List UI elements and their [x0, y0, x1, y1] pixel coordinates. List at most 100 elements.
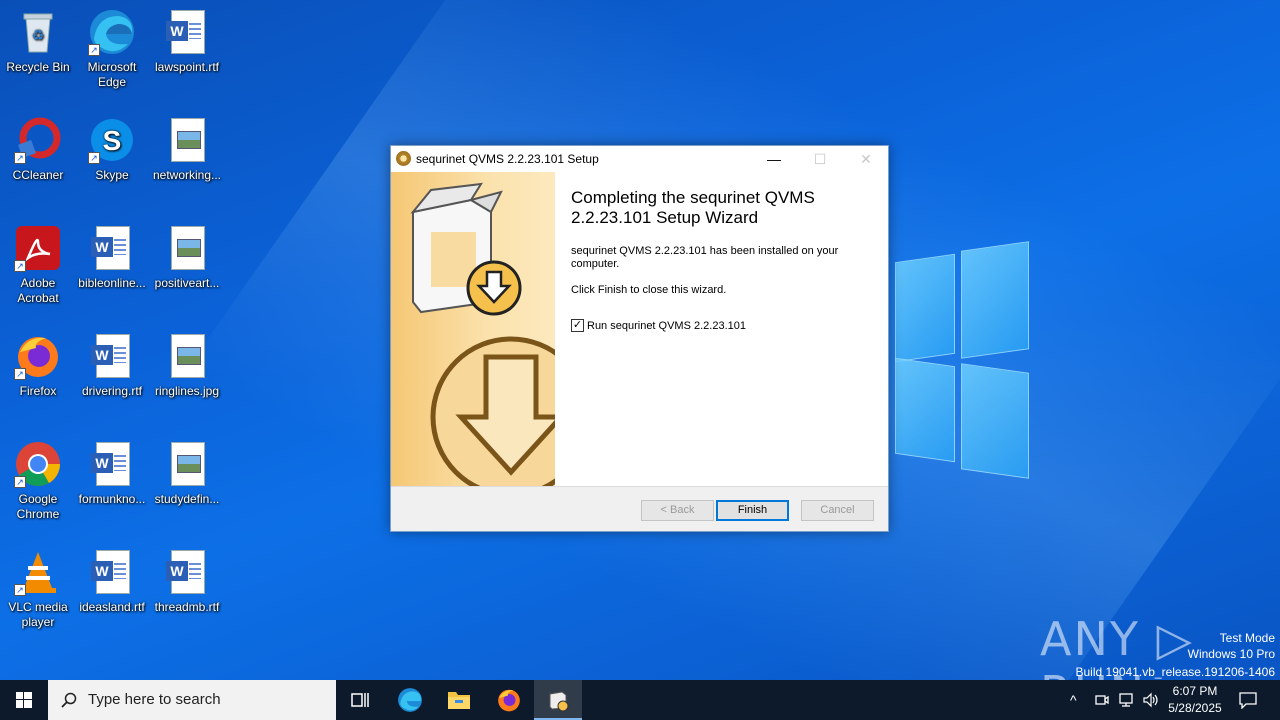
desktop-icon-lawspoint[interactable]: W lawspoint.rtf	[149, 8, 225, 75]
vlc-cone-icon: ↗	[14, 548, 62, 596]
taskbar-clock[interactable]: 6:07 PM 5/28/2025	[1163, 683, 1227, 717]
word-document-icon: W	[88, 332, 136, 380]
word-document-icon: W	[88, 440, 136, 488]
shortcut-arrow-icon: ↗	[88, 44, 100, 56]
chevron-up-icon: ^	[1070, 692, 1077, 708]
folder-icon	[448, 692, 470, 709]
setup-dialog: sequrinet QVMS 2.2.23.101 Setup — ☐ ✕ Co…	[390, 145, 889, 532]
desktop-icon-bibleonline[interactable]: W bibleonline...	[74, 224, 150, 291]
clock-date: 5/28/2025	[1168, 701, 1222, 715]
checkbox-checked-icon[interactable]: ✓	[571, 319, 584, 332]
wizard-panel: Completing the sequrinet QVMS 2.2.23.101…	[391, 172, 888, 486]
run-app-checkbox-label[interactable]: Run sequrinet QVMS 2.2.23.101	[587, 320, 746, 332]
desktop-icon-networking[interactable]: networking...	[149, 116, 225, 183]
image-file-icon	[163, 332, 211, 380]
edge-icon	[398, 688, 422, 712]
desktop-icon-label: ringlines.jpg	[154, 384, 220, 398]
run-app-checkbox[interactable]: ✓ Run sequrinet QVMS 2.2.23.101	[571, 319, 746, 332]
dialog-button-row: < Back Finish Cancel	[391, 486, 888, 531]
taskbar: Type here to search ^ 6:07 PM 5/28/2025	[0, 680, 1280, 720]
desktop-icon-drivering[interactable]: W drivering.rtf	[74, 332, 150, 399]
desktop-icon-label: lawspoint.rtf	[154, 60, 220, 74]
skype-icon: S ↗	[88, 116, 136, 164]
desktop-icon-skype[interactable]: S ↗ Skype	[74, 116, 150, 183]
word-document-icon: W	[163, 548, 211, 596]
speaker-icon	[1143, 692, 1158, 708]
install-success-message: sequrinet QVMS 2.2.23.101 has been insta…	[571, 245, 839, 270]
desktop-icon-label: drivering.rtf	[81, 384, 143, 398]
desktop-icon-formunkno[interactable]: W formunkno...	[74, 440, 150, 507]
tray-volume[interactable]	[1142, 680, 1160, 720]
action-center-button[interactable]	[1238, 680, 1258, 720]
desktop-icon-vlc[interactable]: ↗ VLC media player	[0, 548, 76, 630]
desktop-icon-studydefin[interactable]: studydefin...	[149, 440, 225, 507]
desktop-icon-label: networking...	[152, 168, 222, 182]
close-button[interactable]: ✕	[843, 146, 889, 172]
desktop-icon-label: Recycle Bin	[6, 60, 70, 74]
desktop-icon-label: Microsoft Edge	[87, 60, 137, 89]
desktop-icon-adobe-acrobat[interactable]: ↗ Adobe Acrobat	[0, 224, 76, 306]
taskbar-search-box[interactable]: Type here to search	[48, 680, 336, 720]
ccleaner-icon: ↗	[14, 116, 62, 164]
firefox-icon	[498, 689, 520, 712]
windows-start-icon	[16, 692, 32, 708]
image-file-icon	[163, 224, 211, 272]
installer-box-illustration	[391, 172, 555, 486]
desktop-icon-label: Google Chrome	[16, 492, 60, 521]
desktop-icon-label: studydefin...	[154, 492, 220, 506]
finish-button[interactable]: Finish	[716, 500, 789, 521]
installer-app-icon	[396, 151, 411, 166]
desktop-icon-label: VLC media player	[8, 600, 68, 629]
word-document-icon: W	[88, 548, 136, 596]
taskbar-edge[interactable]	[386, 680, 434, 720]
wizard-heading: Completing the sequrinet QVMS 2.2.23.101…	[571, 188, 815, 227]
desktop-icon-label: positiveart...	[154, 276, 220, 290]
tray-network[interactable]	[1118, 680, 1136, 720]
desktop-icon-firefox[interactable]: ↗ Firefox	[0, 332, 76, 399]
dialog-titlebar[interactable]: sequrinet QVMS 2.2.23.101 Setup — ☐ ✕	[391, 146, 888, 172]
show-hidden-icons-button[interactable]: ^	[1070, 680, 1077, 720]
desktop-icon-ringlines[interactable]: ringlines.jpg	[149, 332, 225, 399]
taskbar-file-explorer[interactable]	[435, 680, 483, 720]
windows-logo-wallpaper	[895, 240, 1030, 480]
adobe-acrobat-icon: ↗	[14, 224, 62, 272]
desktop-icon-ccleaner[interactable]: ↗ CCleaner	[0, 116, 76, 183]
desktop-icon-label: formunkno...	[78, 492, 146, 506]
shortcut-arrow-icon: ↗	[14, 584, 26, 596]
clock-time: 6:07 PM	[1172, 684, 1218, 698]
camera-icon	[1095, 695, 1109, 705]
minimize-button[interactable]: —	[751, 146, 797, 172]
desktop-icon-positiveart[interactable]: positiveart...	[149, 224, 225, 291]
image-file-icon	[163, 116, 211, 164]
tray-meet-now[interactable]	[1094, 680, 1110, 720]
installer-box-icon	[549, 691, 569, 712]
desktop-icon-recycle-bin[interactable]: ♻ Recycle Bin	[0, 8, 76, 75]
taskbar-setup-installer[interactable]	[534, 680, 582, 720]
maximize-button: ☐	[813, 151, 827, 167]
desktop-icon-label: CCleaner	[12, 168, 64, 182]
desktop-icon-label: Skype	[95, 168, 129, 182]
shortcut-arrow-icon: ↗	[88, 152, 100, 164]
task-view-icon	[351, 693, 369, 707]
task-view-button[interactable]	[336, 680, 384, 720]
word-document-icon: W	[163, 8, 211, 56]
search-icon	[61, 692, 77, 708]
desktop-icon-label: Adobe Acrobat	[17, 276, 59, 305]
desktop-icon-microsoft-edge[interactable]: ↗ Microsoft Edge	[74, 8, 150, 90]
desktop-icon-ideasland[interactable]: W ideasland.rtf	[74, 548, 150, 615]
back-button: < Back	[641, 500, 714, 521]
watermark-os: Windows 10 Pro	[1187, 647, 1275, 661]
edge-icon: ↗	[88, 8, 136, 56]
network-icon	[1119, 693, 1133, 707]
desktop-icon-google-chrome[interactable]: ↗ Google Chrome	[0, 440, 76, 522]
desktop-icon-label: ideasland.rtf	[79, 600, 145, 614]
shortcut-arrow-icon: ↗	[14, 260, 26, 272]
taskbar-firefox[interactable]	[485, 680, 533, 720]
shortcut-arrow-icon: ↗	[14, 368, 26, 380]
dialog-title: sequrinet QVMS 2.2.23.101 Setup	[416, 152, 599, 166]
desktop-icon-label: Firefox	[19, 384, 57, 398]
desktop-icon-label: threadmb.rtf	[154, 600, 220, 614]
desktop-icon-threadmb[interactable]: W threadmb.rtf	[149, 548, 225, 615]
image-file-icon	[163, 440, 211, 488]
start-button[interactable]	[0, 680, 48, 720]
